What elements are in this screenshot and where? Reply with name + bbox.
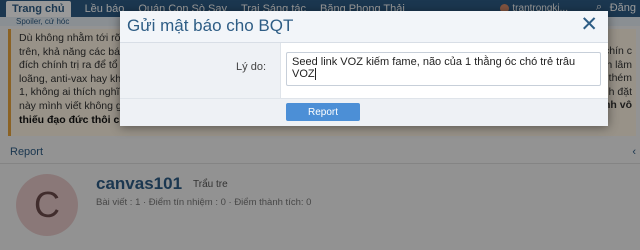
text-caret xyxy=(314,68,316,81)
report-dialog: Gửi mật báo cho BQT ✕ Lý do: Seed link V… xyxy=(120,11,608,126)
report-submit-button[interactable]: Report xyxy=(286,103,360,121)
dialog-title: Gửi mật báo cho BQT xyxy=(127,16,294,35)
close-icon[interactable]: ✕ xyxy=(580,14,598,36)
dialog-header: Gửi mật báo cho BQT ✕ xyxy=(120,11,608,43)
label-column: Lý do: xyxy=(120,43,281,98)
dialog-footer: Report xyxy=(120,98,608,126)
reason-text: Seed link VOZ kiếm fame, não của 1 thằng… xyxy=(292,56,576,80)
dialog-body: Lý do: Seed link VOZ kiếm fame, não của … xyxy=(120,43,608,98)
reason-textarea[interactable]: Seed link VOZ kiếm fame, não của 1 thằng… xyxy=(286,52,601,86)
reason-label: Lý do: xyxy=(236,61,266,73)
